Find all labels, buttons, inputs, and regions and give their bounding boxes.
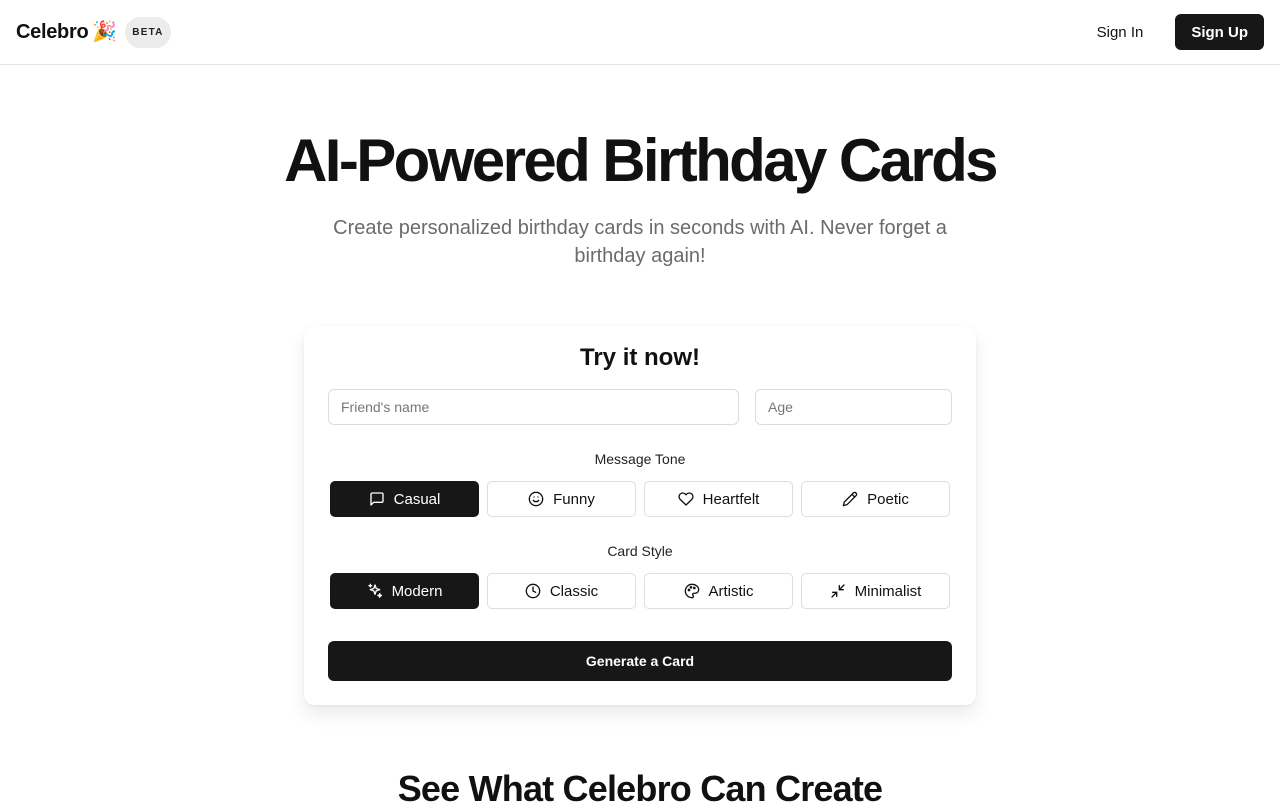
sign-in-link[interactable]: Sign In bbox=[1097, 24, 1144, 41]
tone-heartfelt-label: Heartfelt bbox=[702, 490, 760, 508]
tone-poetic-button[interactable]: Poetic bbox=[801, 481, 950, 517]
clock-icon bbox=[525, 583, 541, 599]
heart-icon bbox=[678, 492, 694, 506]
message-square-icon bbox=[369, 492, 384, 506]
age-input[interactable] bbox=[755, 389, 952, 425]
top-nav: Celebro 🎉 BETA Sign In Sign Up bbox=[0, 0, 1280, 65]
tone-funny-button[interactable]: Funny bbox=[487, 481, 636, 517]
auth-actions: Sign In Sign Up bbox=[1097, 14, 1264, 50]
style-artistic-label: Artistic bbox=[708, 582, 754, 600]
card-title: Try it now! bbox=[580, 344, 700, 371]
brand[interactable]: Celebro 🎉 BETA bbox=[16, 16, 171, 48]
friend-name-input[interactable] bbox=[328, 389, 739, 425]
style-options: Modern Classic Artistic Minimalist bbox=[330, 573, 950, 609]
showcase-heading: See What Celebro Can Create bbox=[397, 768, 883, 809]
tone-options: Casual Funny Heartfelt Poetic bbox=[330, 481, 950, 517]
generate-card-button[interactable]: Generate a Card bbox=[328, 641, 952, 681]
tone-casual-button[interactable]: Casual bbox=[330, 481, 479, 517]
party-popper-icon: 🎉 bbox=[92, 21, 118, 43]
tone-poetic-label: Poetic bbox=[867, 490, 909, 508]
hero-title: AI-Powered Birthday Cards bbox=[284, 127, 998, 194]
brand-name: Celebro bbox=[16, 20, 89, 43]
style-modern-label: Modern bbox=[391, 582, 443, 600]
try-it-card: Try it now! Message Tone Casual Funny He… bbox=[304, 326, 976, 705]
hero-subtitle: Create personalized birthday cards in se… bbox=[333, 217, 947, 267]
minimize-icon bbox=[830, 584, 845, 598]
card-style-label: Card Style bbox=[607, 543, 673, 559]
sign-up-button[interactable]: Sign Up bbox=[1175, 14, 1264, 50]
pen-icon bbox=[842, 491, 858, 507]
message-tone-label: Message Tone bbox=[594, 451, 686, 467]
smile-icon bbox=[528, 491, 544, 507]
style-artistic-button[interactable]: Artistic bbox=[644, 573, 793, 609]
style-minimalist-button[interactable]: Minimalist bbox=[801, 573, 950, 609]
style-classic-button[interactable]: Classic bbox=[487, 573, 636, 609]
style-classic-label: Classic bbox=[549, 582, 599, 600]
style-modern-button[interactable]: Modern bbox=[330, 573, 479, 609]
sparkles-icon bbox=[367, 583, 382, 598]
beta-badge: BETA bbox=[125, 16, 171, 48]
tone-heartfelt-button[interactable]: Heartfelt bbox=[644, 481, 793, 517]
tone-funny-label: Funny bbox=[553, 490, 595, 508]
palette-icon bbox=[684, 583, 699, 599]
style-minimalist-label: Minimalist bbox=[854, 582, 922, 600]
tone-casual-label: Casual bbox=[393, 490, 441, 508]
